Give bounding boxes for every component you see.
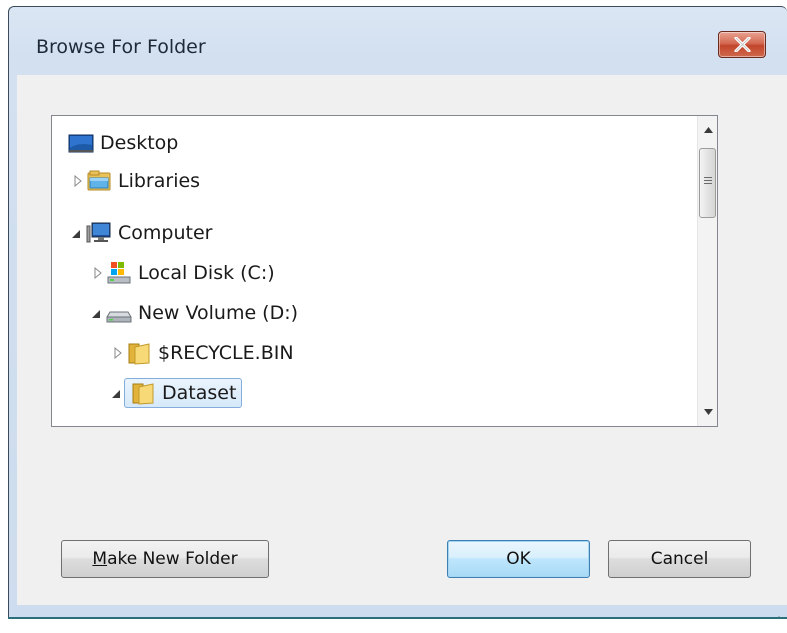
- expand-arrow-icon[interactable]: [112, 347, 124, 359]
- folder-icon: [128, 343, 150, 365]
- close-button[interactable]: [718, 31, 766, 58]
- make-new-folder-button[interactable]: Make New Folder: [61, 540, 269, 578]
- tree-item-computer[interactable]: Computer: [68, 218, 218, 248]
- accelerator-key: M: [92, 549, 108, 569]
- tree-item-label: Dataset: [162, 382, 237, 404]
- folder-icon: [132, 383, 154, 405]
- system-drive-icon: [107, 262, 131, 284]
- expand-arrow-icon[interactable]: [72, 175, 84, 187]
- scrollbar-thumb[interactable]: [699, 148, 716, 218]
- vertical-scrollbar[interactable]: [697, 116, 717, 426]
- tree-item-recycle-bin[interactable]: $RECYCLE.BIN: [108, 338, 300, 368]
- cancel-button[interactable]: Cancel: [608, 540, 751, 578]
- tree-item-label: Desktop: [100, 132, 179, 154]
- tree-item-libraries[interactable]: Libraries: [68, 166, 206, 196]
- tree-item-label: Libraries: [118, 170, 201, 192]
- computer-icon: [86, 222, 111, 243]
- collapse-arrow-icon[interactable]: [110, 388, 122, 400]
- desktop-icon: [68, 134, 94, 153]
- tree-item-dataset[interactable]: Dataset: [108, 378, 243, 408]
- tree-item-local-disk-c[interactable]: Local Disk (C:): [88, 258, 281, 288]
- collapse-arrow-icon[interactable]: [70, 228, 82, 240]
- collapse-arrow-icon[interactable]: [90, 308, 102, 320]
- close-icon: [734, 37, 751, 52]
- scrollbar-grip-icon: [704, 177, 712, 186]
- button-label: ake New Folder: [107, 549, 238, 569]
- browse-folder-dialog: Browse For Folder Desktop Libraries Comp…: [8, 6, 787, 633]
- tree-item-new-volume-d[interactable]: New Volume (D:): [88, 298, 304, 328]
- tree-item-desktop[interactable]: Desktop: [68, 128, 184, 158]
- tree-item-label: Local Disk (C:): [138, 262, 275, 284]
- selected-item-highlight: Dataset: [124, 378, 243, 408]
- expand-arrow-icon[interactable]: [92, 267, 104, 279]
- background-edge: [8, 617, 787, 633]
- title-bar[interactable]: Browse For Folder: [9, 7, 787, 75]
- button-label: Cancel: [650, 549, 709, 569]
- button-label: OK: [506, 549, 531, 569]
- libraries-icon: [87, 170, 111, 191]
- ok-button[interactable]: OK: [447, 540, 590, 578]
- drive-icon: [106, 311, 132, 323]
- tree-item-label: New Volume (D:): [138, 302, 299, 324]
- tree-item-label: Computer: [118, 222, 213, 244]
- scroll-down-button[interactable]: [699, 401, 717, 423]
- scroll-up-button[interactable]: [699, 119, 717, 141]
- dialog-title: Browse For Folder: [36, 36, 206, 58]
- scroll-down-arrow-icon: [703, 409, 713, 415]
- folder-tree-viewport: Desktop Libraries Computer Local Disk (C…: [52, 116, 697, 426]
- folder-tree[interactable]: Desktop Libraries Computer Local Disk (C…: [51, 115, 718, 427]
- scroll-up-arrow-icon: [703, 127, 713, 133]
- tree-item-label: $RECYCLE.BIN: [158, 342, 294, 364]
